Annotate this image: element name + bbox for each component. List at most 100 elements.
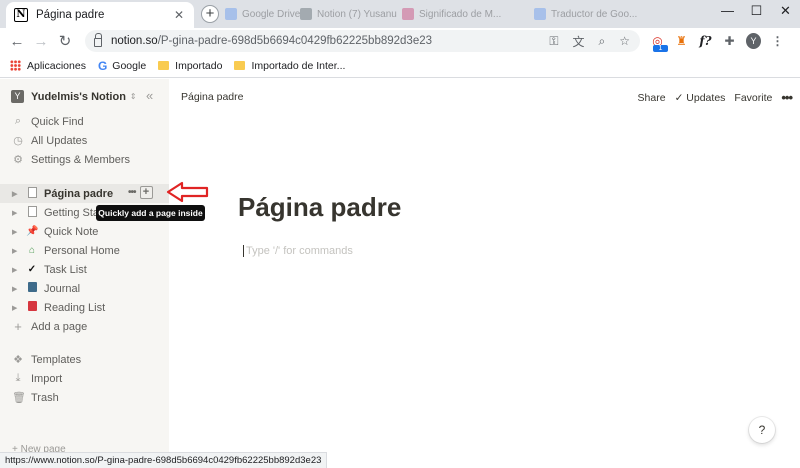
expand-triangle-icon[interactable]: ▶ bbox=[12, 285, 20, 293]
sidebar-item-label: Import bbox=[31, 372, 63, 385]
more-options-icon[interactable]: ••• bbox=[781, 90, 793, 105]
updates-button[interactable]: ✓ Updates bbox=[675, 92, 726, 104]
extensions-puzzle-icon[interactable]: ✚ bbox=[722, 34, 737, 48]
add-a-page-button[interactable]: + Add a page bbox=[0, 317, 169, 336]
sidebar-page-label: Quick Note bbox=[44, 225, 99, 238]
profile-avatar[interactable]: Y bbox=[746, 33, 761, 49]
extension-fx-icon[interactable]: f? bbox=[698, 34, 713, 48]
page-title[interactable]: Página padre bbox=[238, 192, 401, 223]
editor-placeholder[interactable]: Type '/' for commands bbox=[243, 245, 353, 257]
status-bar-url: https://www.notion.so/P-gina-padre-698d5… bbox=[0, 452, 328, 468]
bookmark-folder-importado-internet[interactable]: Importado de Inter... bbox=[234, 60, 345, 72]
topbar-actions: Share ✓ Updates Favorite ••• bbox=[638, 90, 793, 105]
sidebar-page-label: Journal bbox=[44, 282, 81, 295]
expand-triangle-icon[interactable]: ▶ bbox=[12, 209, 20, 217]
extension-badge: 1 bbox=[653, 45, 668, 52]
sidebar-item-quick-find[interactable]: ⌕ Quick Find bbox=[0, 112, 169, 131]
sidebar-page-personal-home[interactable]: ▶ ⌂ Personal Home bbox=[0, 241, 169, 260]
address-bar[interactable]: notion.so/P-gina-padre-698d5b6694c0429fb… bbox=[85, 30, 640, 52]
sidebar-item-label: Quick Find bbox=[31, 115, 84, 128]
extension-target-icon[interactable]: ◎ 1 bbox=[650, 34, 668, 52]
forward-arrow-icon[interactable]: → bbox=[29, 33, 53, 50]
zoom-icon[interactable]: ⌕ bbox=[599, 34, 606, 49]
lock-icon bbox=[94, 33, 102, 47]
bookmark-apps[interactable]: Aplicaciones bbox=[10, 60, 86, 72]
sidebar-page-pagina-padre[interactable]: ▶ Página padre ••• + bbox=[0, 184, 169, 203]
expand-triangle-icon[interactable]: ▶ bbox=[12, 247, 20, 255]
tab-background[interactable]: Significado de M... bbox=[402, 4, 501, 24]
maximize-icon[interactable]: ☐ bbox=[742, 0, 771, 22]
reload-icon[interactable]: ↻ bbox=[53, 32, 77, 50]
search-icon: ⌕ bbox=[14, 115, 22, 127]
translate-icon[interactable]: 文 bbox=[572, 33, 584, 50]
sidebar-page-journal[interactable]: ▶ Journal bbox=[0, 279, 169, 298]
sidebar-page-quick-note[interactable]: ▶ 📌 Quick Note bbox=[0, 222, 169, 241]
sidebar-page-label: Reading List bbox=[44, 301, 106, 314]
folder-icon bbox=[158, 61, 170, 70]
clock-icon: ◷ bbox=[13, 135, 23, 147]
bookmark-label: Importado de Inter... bbox=[251, 59, 346, 72]
plus-icon: + bbox=[14, 319, 22, 334]
key-icon[interactable]: ⚿ bbox=[549, 34, 558, 49]
extension-lighthouse-icon[interactable]: ♜ bbox=[674, 34, 689, 48]
check-icon: ✓ bbox=[27, 264, 37, 275]
tab-favicon-icon bbox=[402, 8, 414, 20]
sidebar-item-import[interactable]: ⤓ Import bbox=[0, 369, 169, 388]
add-subpage-button[interactable]: + bbox=[139, 186, 153, 199]
new-tab-button[interactable]: + bbox=[201, 5, 219, 23]
close-window-icon[interactable]: ✕ bbox=[771, 0, 800, 22]
bookmark-folder-importado[interactable]: Importado bbox=[158, 60, 222, 72]
sidebar-item-trash[interactable]: 🗑 Trash bbox=[0, 388, 169, 407]
notion-topbar: Página padre Share ✓ Updates Favorite ••… bbox=[169, 79, 800, 115]
trash-icon: 🗑 bbox=[12, 392, 26, 404]
tab-close-icon[interactable]: ✕ bbox=[172, 8, 186, 22]
sidebar-item-label: Trash bbox=[31, 391, 59, 404]
sidebar-item-label: Settings & Members bbox=[31, 153, 131, 166]
book-icon bbox=[26, 301, 38, 314]
more-dots-icon[interactable]: ••• bbox=[128, 187, 136, 198]
house-icon: ⌂ bbox=[28, 245, 36, 256]
tab-background[interactable]: Google Drive bbox=[225, 4, 300, 24]
bookmark-google[interactable]: G Google bbox=[98, 59, 146, 73]
help-button[interactable]: ? bbox=[749, 417, 775, 443]
browser-tab-strip: N Página padre ✕ + Google Drive Notion (… bbox=[0, 0, 800, 28]
url-path: /P-gina-padre-698d5b6694c0429fb62225bb89… bbox=[157, 35, 433, 47]
sidebar-page-label: Página padre bbox=[44, 187, 114, 200]
tab-background[interactable]: Notion (7) Yusanu bbox=[300, 4, 397, 24]
import-icon: ⤓ bbox=[15, 372, 21, 384]
expand-triangle-icon[interactable]: ▶ bbox=[12, 304, 20, 312]
add-page-label: Add a page bbox=[31, 320, 88, 333]
bookmark-star-icon[interactable]: ☆ bbox=[619, 34, 630, 48]
tab-active[interactable]: N Página padre ✕ bbox=[6, 2, 194, 28]
sidebar-item-label: All Updates bbox=[31, 134, 88, 147]
tab-favicon-icon bbox=[225, 8, 237, 20]
pin-icon: 📌 bbox=[26, 226, 39, 237]
workspace-switcher[interactable]: Y Yudelmis's Notion ⇕ bbox=[11, 90, 137, 103]
updown-chevron-icon: ⇕ bbox=[129, 92, 137, 101]
back-arrow-icon[interactable]: ← bbox=[5, 33, 29, 50]
apps-grid-icon bbox=[10, 60, 21, 71]
expand-triangle-icon[interactable]: ▶ bbox=[12, 228, 20, 236]
breadcrumb[interactable]: Página padre bbox=[181, 91, 243, 103]
minimize-icon[interactable]: — bbox=[713, 0, 742, 22]
favorite-button[interactable]: Favorite bbox=[734, 92, 772, 104]
sidebar-page-task-list[interactable]: ▶ ✓ Task List bbox=[0, 260, 169, 279]
share-button[interactable]: Share bbox=[638, 92, 666, 104]
google-icon: G bbox=[97, 58, 108, 73]
red-arrow-annotation-icon bbox=[166, 181, 209, 203]
sidebar-item-settings[interactable]: ⚙ Settings & Members bbox=[0, 150, 169, 169]
journal-icon bbox=[26, 282, 38, 295]
bookmark-label: Aplicaciones bbox=[27, 59, 86, 72]
sidebar-page-reading-list[interactable]: ▶ Reading List bbox=[0, 298, 169, 317]
bookmark-label: Importado bbox=[175, 59, 223, 72]
bookmarks-bar: Aplicaciones G Google Importado Importad… bbox=[0, 54, 800, 78]
expand-triangle-icon[interactable]: ▶ bbox=[12, 190, 20, 198]
sidebar-page-label: Personal Home bbox=[44, 244, 120, 257]
expand-triangle-icon[interactable]: ▶ bbox=[12, 266, 20, 274]
sidebar-item-templates[interactable]: ❖ Templates bbox=[0, 350, 169, 369]
sidebar-item-all-updates[interactable]: ◷ All Updates bbox=[0, 131, 169, 150]
chrome-menu-icon[interactable]: ⋮ bbox=[770, 34, 785, 48]
collapse-sidebar-icon[interactable]: « bbox=[146, 88, 153, 103]
tab-background[interactable]: Traductor de Goo... bbox=[534, 4, 637, 24]
tab-label: Notion (7) Yusanu bbox=[317, 8, 397, 20]
